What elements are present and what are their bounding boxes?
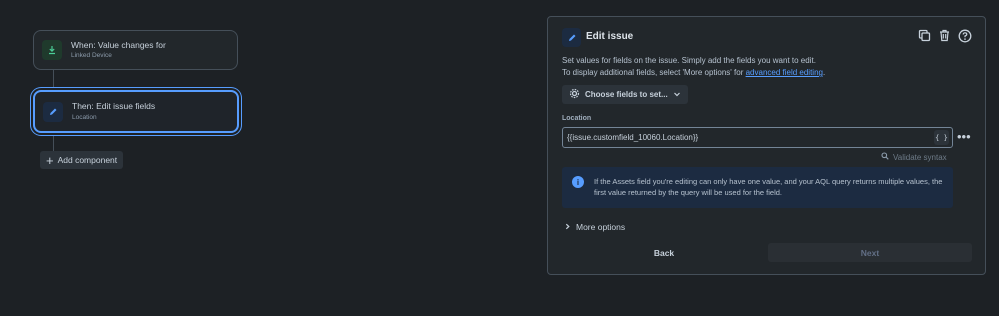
chevron-right-icon (564, 222, 571, 232)
validate-syntax-button[interactable]: Validate syntax (881, 152, 947, 162)
location-field-label: Location (562, 115, 592, 122)
info-text: If the Assets field you're editing can o… (594, 177, 943, 197)
pencil-icon (562, 28, 581, 47)
chevron-down-icon (673, 90, 681, 100)
flow-connector-top (53, 70, 54, 90)
choose-fields-button[interactable]: Choose fields to set... (562, 85, 688, 104)
next-button[interactable]: Next (768, 243, 972, 262)
panel-toolbar (917, 28, 972, 43)
panel-title: Edit issue (586, 31, 634, 42)
description-suffix: . (822, 68, 826, 77)
smart-value-button[interactable]: { } (934, 130, 949, 145)
back-button[interactable]: Back (562, 243, 766, 262)
pencil-icon (43, 101, 63, 122)
flow-connector-bottom (53, 133, 54, 153)
edit-issue-panel: Edit issue Set values for fields on the … (547, 16, 986, 275)
plus-icon: + (46, 152, 54, 168)
location-field: { } (562, 127, 953, 148)
description-line-2: To display additional fields, select 'Mo… (562, 68, 746, 77)
description-line-1: Set values for fields on the issue. Simp… (562, 56, 816, 65)
action-card[interactable]: Then: Edit issue fields Location (33, 90, 239, 133)
add-component-button[interactable]: + Add component (40, 151, 124, 169)
trash-icon[interactable] (937, 28, 952, 43)
help-icon[interactable] (957, 28, 972, 43)
add-component-label: Add component (57, 155, 118, 165)
info-message: i If the Assets field you're editing can… (562, 167, 953, 208)
action-subtitle: Location (72, 113, 97, 121)
download-arrow-icon (42, 40, 62, 60)
trigger-card[interactable]: When: Value changes for Linked Device (33, 30, 238, 70)
more-actions-icon[interactable]: ••• (957, 130, 971, 143)
gear-icon (569, 88, 580, 101)
search-icon (881, 152, 889, 162)
trigger-subtitle: Linked Device (71, 52, 112, 60)
choose-fields-label: Choose fields to set... (585, 90, 668, 99)
more-options-toggle[interactable]: More options (564, 222, 625, 232)
trigger-title: When: Value changes for (71, 39, 166, 50)
info-icon: i (572, 176, 584, 188)
validate-syntax-label: Validate syntax (893, 152, 947, 162)
duplicate-icon[interactable] (917, 28, 932, 43)
location-input[interactable] (563, 132, 929, 143)
advanced-field-editing-link[interactable]: advanced field editing (746, 68, 823, 77)
panel-description: Set values for fields on the issue. Simp… (562, 55, 972, 79)
more-options-label: More options (576, 222, 626, 232)
action-title: Then: Edit issue fields (72, 101, 156, 112)
